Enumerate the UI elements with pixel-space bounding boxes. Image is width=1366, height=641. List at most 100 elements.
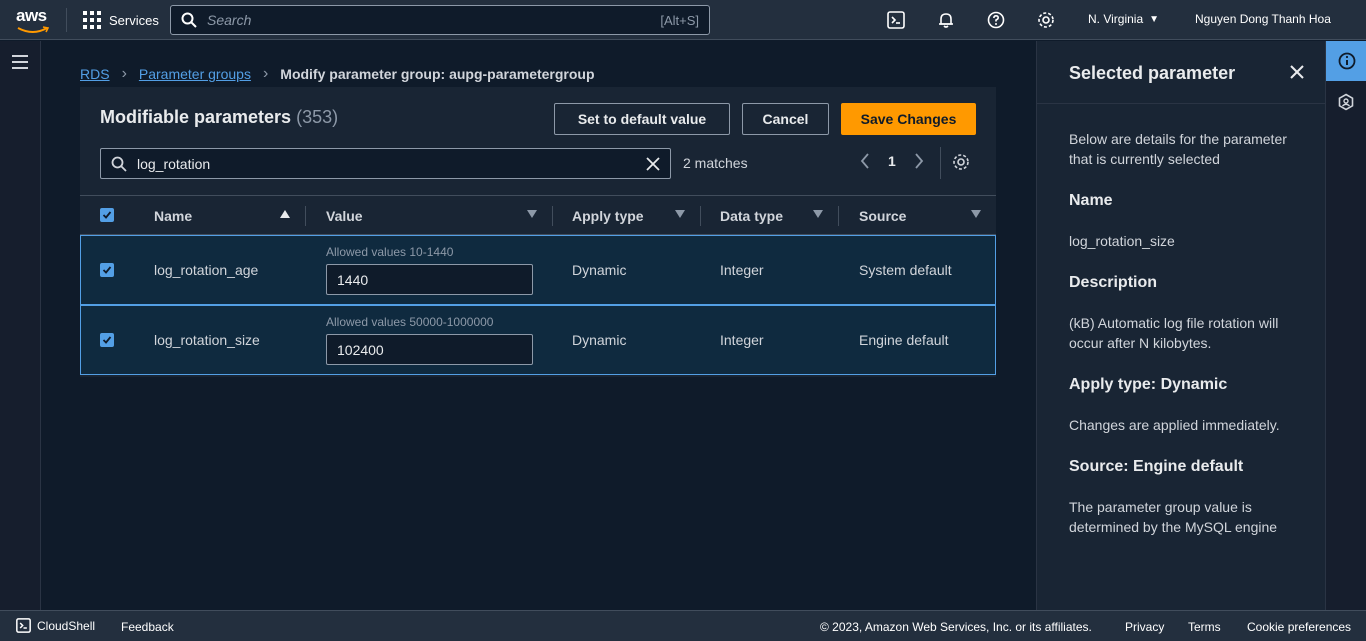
data-type: Integer <box>720 262 764 278</box>
checkbox-icon[interactable] <box>100 333 114 347</box>
description-value: (kB) Automatic log file rotation will oc… <box>1069 315 1279 351</box>
data-type: Integer <box>720 332 764 348</box>
caret-down-icon[interactable] <box>527 210 537 218</box>
terms-link[interactable]: Terms <box>1188 620 1221 634</box>
search-icon <box>111 156 127 172</box>
breadcrumb-current: Modify parameter group: aupg-parametergr… <box>280 66 595 82</box>
info-icon[interactable] <box>1326 41 1366 81</box>
table-row[interactable]: log_rotation_age Allowed values 10-1440 … <box>80 235 996 305</box>
column-header-value[interactable]: Value <box>326 208 363 224</box>
page-number[interactable]: 1 <box>888 153 896 169</box>
cloudshell-label: CloudShell <box>37 618 96 633</box>
search-input[interactable]: Search [Alt+S] <box>170 5 710 35</box>
pager-divider <box>940 147 941 179</box>
aws-logo-text: aws <box>16 6 47 25</box>
column-divider <box>838 206 839 226</box>
source-heading: Source: Engine default <box>1069 458 1244 475</box>
column-header-data-type[interactable]: Data type <box>720 208 783 224</box>
parameter-count: (353) <box>296 107 339 127</box>
pagination: 1 <box>860 153 924 169</box>
column-divider <box>305 206 306 226</box>
name-heading: Name <box>1069 192 1113 209</box>
apply-type: Dynamic <box>572 332 627 348</box>
container-title: Modifiable parameters (353) <box>100 107 338 128</box>
filter-value: log_rotation <box>137 155 211 172</box>
apply-type-value: Changes are applied immediately. <box>1069 417 1280 433</box>
gear-icon[interactable] <box>1036 10 1056 30</box>
search-icon <box>181 12 197 28</box>
parameter-name: log_rotation_age <box>154 262 259 278</box>
left-rail <box>0 41 41 610</box>
description-heading: Description <box>1069 274 1158 291</box>
filter-input[interactable]: log_rotation <box>100 148 671 179</box>
copyright-text: © 2023, Amazon Web Services, Inc. or its… <box>820 620 1092 634</box>
column-divider <box>552 206 553 226</box>
apply-type-heading: Apply type: Dynamic <box>1069 376 1228 393</box>
services-label: Services <box>109 12 159 28</box>
value-input[interactable]: 102400 <box>326 334 533 365</box>
caret-down-icon[interactable] <box>971 210 981 218</box>
bell-icon[interactable] <box>936 10 956 30</box>
region-selector[interactable]: N. Virginia ▼ <box>1088 12 1159 26</box>
cloudshell-icon <box>16 618 31 633</box>
source-value: The parameter group value is determined … <box>1069 499 1278 535</box>
parameter-name: log_rotation_size <box>154 332 260 348</box>
caret-down-icon[interactable] <box>813 210 823 218</box>
services-menu[interactable]: Services <box>83 11 159 29</box>
checkbox-icon[interactable] <box>100 208 114 222</box>
cloudshell-button[interactable]: CloudShell <box>16 618 95 633</box>
column-header-apply-type[interactable]: Apply type <box>572 208 644 224</box>
allowed-values: Allowed values 10-1440 <box>326 245 454 259</box>
table-header: Name Value Apply type Data type Source <box>80 195 996 235</box>
feedback-link[interactable]: Feedback <box>121 620 174 634</box>
help-icon[interactable] <box>986 10 1006 30</box>
close-icon[interactable] <box>1289 64 1305 83</box>
chevron-right-icon: › <box>121 65 127 82</box>
region-label: N. Virginia <box>1088 12 1144 26</box>
tools-rail <box>1325 41 1366 610</box>
cancel-button[interactable]: Cancel <box>742 103 829 135</box>
column-header-source[interactable]: Source <box>859 208 906 224</box>
search-shortcut: [Alt+S] <box>660 12 699 28</box>
user-name: Nguyen Dong Thanh Hoa <box>1195 12 1331 26</box>
match-count: 2 matches <box>683 155 748 171</box>
privacy-link[interactable]: Privacy <box>1125 620 1164 634</box>
selected-parameter-panel: Selected parameter Below are details for… <box>1036 41 1326 610</box>
parameters-container: Modifiable parameters (353) Set to defau… <box>80 87 996 377</box>
search-placeholder: Search <box>207 12 252 28</box>
source: System default <box>859 262 952 278</box>
source: Engine default <box>859 332 949 348</box>
checkbox-icon[interactable] <box>100 263 114 277</box>
caret-down-icon[interactable] <box>675 210 685 218</box>
breadcrumb-parameter-groups[interactable]: Parameter groups <box>139 66 251 82</box>
footer: CloudShell Feedback © 2023, Amazon Web S… <box>0 610 1366 641</box>
column-header-name[interactable]: Name <box>154 208 192 224</box>
hexagon-icon[interactable] <box>1337 93 1355 114</box>
allowed-values: Allowed values 50000-1000000 <box>326 315 494 329</box>
close-icon[interactable] <box>646 156 660 171</box>
set-default-button[interactable]: Set to default value <box>554 103 730 135</box>
container-title-text: Modifiable parameters <box>100 107 292 127</box>
breadcrumb: RDS › Parameter groups › Modify paramete… <box>80 65 595 83</box>
gear-icon[interactable] <box>952 153 970 174</box>
table-row[interactable]: log_rotation_size Allowed values 50000-1… <box>80 305 996 375</box>
main-content: RDS › Parameter groups › Modify paramete… <box>41 41 1036 610</box>
chevron-right-icon[interactable] <box>914 153 924 169</box>
user-menu[interactable]: Nguyen Dong Thanh Hoa <box>1195 12 1331 26</box>
panel-divider <box>1037 103 1326 104</box>
top-navigation: aws Services Search [Alt+S] N. Virginia … <box>0 0 1366 40</box>
caret-down-icon: ▼ <box>1149 13 1160 25</box>
name-value: log_rotation_size <box>1069 233 1175 249</box>
save-changes-button[interactable]: Save Changes <box>841 103 976 135</box>
cloudshell-icon[interactable] <box>886 10 906 30</box>
breadcrumb-rds[interactable]: RDS <box>80 66 110 82</box>
grid-icon <box>83 11 101 29</box>
chevron-left-icon[interactable] <box>860 153 870 169</box>
menu-icon[interactable] <box>12 55 28 69</box>
value-input[interactable]: 1440 <box>326 264 533 295</box>
sort-up-icon[interactable] <box>280 210 290 218</box>
apply-type: Dynamic <box>572 262 627 278</box>
cookie-preferences-link[interactable]: Cookie preferences <box>1247 620 1351 634</box>
column-divider <box>700 206 701 226</box>
aws-logo[interactable]: aws <box>16 6 50 33</box>
